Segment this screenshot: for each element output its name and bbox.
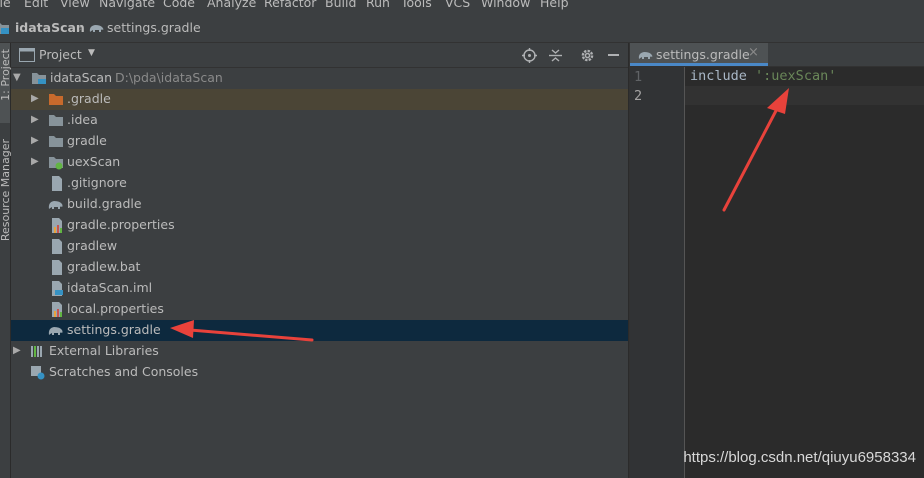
project-panel-title[interactable]: Project: [39, 47, 82, 62]
tree-row-root[interactable]: ▼ idataScan D:\pda\idataScan: [11, 68, 628, 89]
module-folder-icon: [49, 157, 63, 170]
orange-folder-icon: [49, 94, 63, 105]
chevron-down-icon[interactable]: ▼: [88, 48, 95, 58]
module-folder-icon: [32, 73, 46, 84]
gradle-elephant-icon: [638, 52, 653, 59]
tree-row-iml[interactable]: idataScan.iml: [11, 278, 628, 299]
tree-label-local-properties: local.properties: [67, 301, 164, 316]
folder-icon: [49, 115, 63, 126]
tree-row-gradlew-bat[interactable]: gradlew.bat: [11, 257, 628, 278]
editor-tabs: settings.gradle ×: [630, 43, 924, 67]
breadcrumb-project[interactable]: idataScan: [15, 20, 85, 35]
tree-label-gitignore: .gitignore: [67, 175, 127, 190]
tree-label-idea: .idea: [67, 112, 98, 127]
menu-edit[interactable]: Edit: [24, 0, 48, 10]
collapsed-arrow-icon[interactable]: ▶: [31, 156, 41, 168]
tree-row-idea[interactable]: ▶ .idea: [11, 110, 628, 131]
gear-icon[interactable]: [580, 48, 595, 63]
collapsed-arrow-icon[interactable]: ▶: [31, 135, 41, 147]
tree-row-local-properties[interactable]: local.properties: [11, 299, 628, 320]
tree-row-external-libraries[interactable]: ▶ External Libraries: [11, 341, 628, 362]
tree-label-gradlew: gradlew: [67, 238, 118, 253]
project-panel: Project ▼ ▼ idataScan D:\pda\idataScan ▶: [11, 43, 628, 478]
tree-row-gitignore[interactable]: .gitignore: [11, 173, 628, 194]
code-string: ':uexScan': [755, 68, 837, 84]
menu-navigate[interactable]: Navigate: [99, 0, 155, 10]
project-view-icon: [19, 48, 35, 62]
tree-label-build-gradle: build.gradle: [67, 196, 142, 211]
menu-tools[interactable]: Tools: [401, 0, 432, 10]
properties-file-icon: [52, 302, 62, 317]
gradle-elephant-icon: [48, 327, 63, 335]
menu-build[interactable]: Build: [325, 0, 356, 10]
breadcrumb: idataScan › settings.gradle: [0, 14, 924, 43]
tree-row-dot-gradle[interactable]: ▶ .gradle: [11, 89, 628, 110]
tree-label-uexscan: uexScan: [67, 154, 121, 169]
tree-label-gradlew-bat: gradlew.bat: [67, 259, 141, 274]
menu-window[interactable]: Window: [481, 0, 530, 10]
locate-target-icon[interactable]: [522, 48, 537, 63]
line-number: 2: [634, 88, 643, 104]
project-panel-header: Project ▼: [11, 43, 628, 68]
tree-label-settings-gradle: settings.gradle: [67, 322, 161, 337]
tree-row-gradle-properties[interactable]: gradle.properties: [11, 215, 628, 236]
tree-row-gradle[interactable]: ▶ gradle: [11, 131, 628, 152]
collapse-all-icon[interactable]: [548, 48, 563, 63]
tree-row-settings-gradle[interactable]: settings.gradle: [11, 320, 628, 341]
text-file-icon: [52, 239, 62, 254]
project-tool-tab[interactable]: 1: Project: [0, 43, 12, 123]
tree-label-scratches: Scratches and Consoles: [49, 364, 199, 379]
scratches-icon: [31, 366, 45, 380]
menu-file[interactable]: ile: [0, 0, 11, 10]
resource-manager-tab[interactable]: Resource Manager: [0, 131, 12, 261]
text-file-icon: [52, 260, 62, 275]
menu-refactor[interactable]: Refactor: [264, 0, 316, 10]
tree-label-gradle-properties: gradle.properties: [67, 217, 175, 232]
tree-row-scratches[interactable]: Scratches and Consoles: [11, 362, 628, 383]
watermark-text: https://blog.csdn.net/qiuyu6958334: [683, 449, 916, 466]
menu-run[interactable]: Run: [366, 0, 390, 10]
code-keyword: include: [690, 68, 747, 84]
collapsed-arrow-icon[interactable]: ▶: [13, 345, 23, 357]
libraries-icon: [31, 346, 42, 357]
tree-label-dot-gradle: .gradle: [67, 91, 111, 106]
code-line-1[interactable]: include ':uexScan': [690, 68, 836, 84]
iml-file-icon: [52, 281, 63, 296]
editor-area: settings.gradle × 1 2 include ':uexScan': [629, 43, 924, 478]
menu-bar: ile Edit View Navigate Code Analyze Refa…: [0, 0, 924, 14]
properties-file-icon: [52, 218, 62, 233]
line-number: 1: [634, 69, 643, 85]
tree-row-gradlew[interactable]: gradlew: [11, 236, 628, 257]
tree-row-uexscan[interactable]: ▶ uexScan: [11, 152, 628, 173]
collapsed-arrow-icon[interactable]: ▶: [31, 93, 41, 105]
tree-label-external-libraries: External Libraries: [49, 343, 159, 358]
text-file-icon: [52, 176, 62, 191]
breadcrumb-separator-icon: ›: [78, 20, 83, 35]
tree-label-gradle: gradle: [67, 133, 107, 148]
tree-row-build-gradle[interactable]: build.gradle: [11, 194, 628, 215]
gradle-elephant-icon: [89, 25, 104, 32]
menu-vcs[interactable]: VCS: [445, 0, 470, 10]
project-folder-icon: [0, 23, 9, 34]
expanded-arrow-icon[interactable]: ▼: [13, 72, 23, 84]
breadcrumb-file[interactable]: settings.gradle: [107, 20, 201, 35]
editor-tab-label: settings.gradle: [656, 47, 750, 62]
collapsed-arrow-icon[interactable]: ▶: [31, 114, 41, 126]
menu-help[interactable]: Help: [540, 0, 569, 10]
tree-label-root: idataScan: [50, 70, 113, 85]
line-number-gutter: 1 2: [630, 67, 685, 478]
tree-label-iml: idataScan.iml: [67, 280, 153, 295]
close-icon[interactable]: ×: [748, 45, 759, 60]
gradle-elephant-icon: [48, 201, 63, 209]
editor-tab-settings-gradle[interactable]: settings.gradle ×: [630, 43, 768, 66]
menu-code[interactable]: Code: [163, 0, 195, 10]
left-tool-strip: 1: Project Resource Manager: [0, 43, 12, 478]
menu-analyze[interactable]: Analyze: [207, 0, 256, 10]
tree-root-path: D:\pda\idataScan: [115, 70, 223, 85]
menu-view[interactable]: View: [60, 0, 90, 10]
folder-icon: [49, 136, 63, 147]
caret-row-highlight: [685, 86, 924, 105]
minimize-icon[interactable]: [608, 54, 619, 56]
